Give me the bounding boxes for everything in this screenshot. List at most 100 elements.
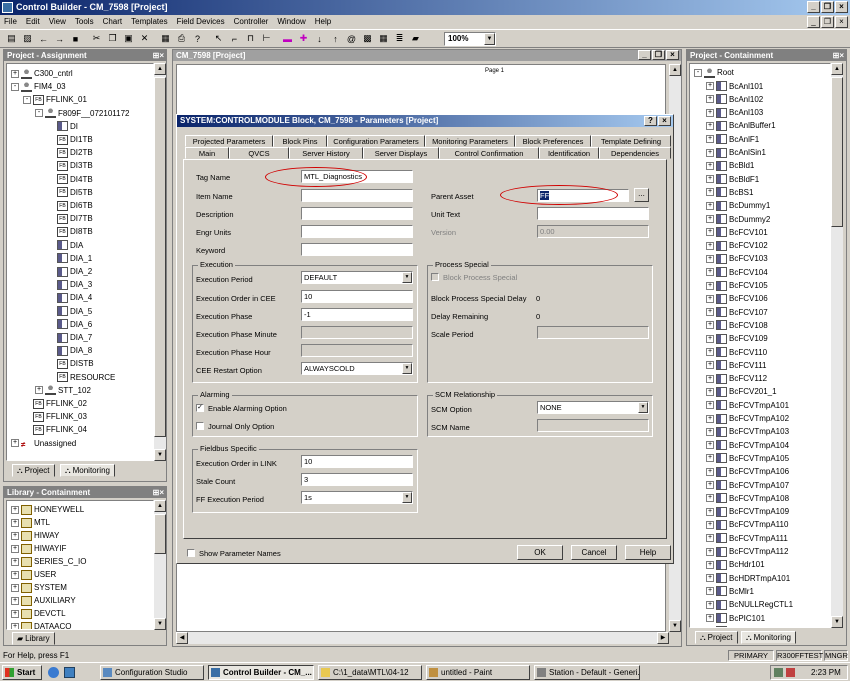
chart-close-button[interactable]: ×: [666, 50, 679, 60]
expand-icon[interactable]: +: [706, 294, 714, 303]
expand-icon[interactable]: +: [706, 308, 714, 317]
cancel-button[interactable]: Cancel: [571, 545, 617, 560]
expand-icon[interactable]: +: [35, 386, 43, 395]
block-icon[interactable]: ▩: [360, 31, 375, 46]
print-icon[interactable]: ⎙: [174, 31, 189, 46]
tree-item[interactable]: + HIWAYIF: [11, 542, 66, 555]
expand-icon[interactable]: +: [706, 95, 714, 104]
restore-button[interactable]: ❐: [821, 1, 834, 13]
expand-icon[interactable]: +: [706, 627, 714, 628]
expand-icon[interactable]: +: [11, 439, 19, 448]
menu-chart[interactable]: Chart: [103, 15, 123, 29]
expand-icon[interactable]: +: [706, 441, 714, 450]
expand-icon[interactable]: +: [706, 560, 714, 569]
tree-item[interactable]: + BcFCVTmpA110: [706, 518, 788, 531]
tree-item[interactable]: FB DI6TB: [47, 199, 93, 212]
tree-item[interactable]: + BcFCV112: [706, 372, 767, 385]
tab-main[interactable]: Main: [185, 147, 229, 159]
expand-icon[interactable]: +: [706, 215, 714, 223]
tree-item[interactable]: - FIM4_03: [11, 80, 66, 93]
tree-item[interactable]: + BcFCV111: [706, 359, 767, 372]
collapse-icon[interactable]: -: [35, 109, 43, 118]
assignment-tree[interactable]: + C300_cntrl - FIM4_03- FB FFLINK_01- F809F__0…: [6, 63, 154, 461]
tree-item[interactable]: + DATAACQ: [11, 620, 71, 629]
tab-monitoring[interactable]: ⛬ Monitoring: [741, 631, 796, 644]
expand-icon[interactable]: +: [706, 534, 714, 543]
scroll-right-icon[interactable]: ▶: [657, 632, 669, 644]
help-button[interactable]: Help: [625, 545, 671, 560]
list-icon[interactable]: ≣: [392, 31, 407, 46]
expand-icon[interactable]: +: [706, 507, 714, 516]
tree-item[interactable]: FB DI1TB: [47, 133, 93, 146]
tree-item[interactable]: FB RESOURCE: [47, 371, 115, 384]
expand-icon[interactable]: +: [706, 108, 714, 117]
tree-item[interactable]: DIA_5: [47, 305, 92, 318]
tree-item[interactable]: + BcPIC101: [706, 612, 765, 625]
execution-phase-input[interactable]: -1: [301, 308, 413, 321]
keyword-input[interactable]: [301, 243, 413, 256]
tree-item[interactable]: + HIWAY: [11, 529, 59, 542]
tree-item[interactable]: + BcFCVTmpA108: [706, 492, 789, 505]
tree-item[interactable]: + BcDummy2: [706, 213, 770, 226]
task-configuration-studio[interactable]: Configuration Studio: [100, 665, 204, 680]
tab-dependencies[interactable]: Dependencies: [599, 147, 671, 159]
library-tree[interactable]: + HONEYWELL + MTL + HIWAY + HIWAYIF + SERIES_C_IO…: [6, 500, 154, 630]
panel-close-icon[interactable]: ⊞×: [833, 50, 844, 61]
dialog-help-button[interactable]: ?: [644, 116, 657, 126]
close-button[interactable]: ×: [835, 1, 848, 13]
pointer-icon[interactable]: ↖: [211, 31, 226, 46]
expand-icon[interactable]: +: [706, 82, 714, 90]
collapse-icon[interactable]: -: [11, 82, 19, 91]
menu-templates[interactable]: Templates: [131, 15, 167, 29]
collapse-icon[interactable]: -: [694, 68, 702, 77]
expand-icon[interactable]: +: [706, 520, 714, 529]
menu-edit[interactable]: Edit: [26, 15, 40, 29]
menu-controller[interactable]: Controller: [234, 15, 269, 29]
tree-item[interactable]: + BcAnl102: [706, 93, 763, 106]
tab-block-preferences[interactable]: Block Preferences: [515, 135, 591, 147]
zoom-select[interactable]: 100% ▼: [444, 31, 496, 46]
tree-item[interactable]: + BcAnlF1: [706, 133, 759, 146]
execution-order-link-input[interactable]: 10: [301, 455, 413, 468]
menu-tools[interactable]: Tools: [75, 15, 94, 29]
tab-block-pins[interactable]: Block Pins: [273, 135, 327, 147]
expand-icon[interactable]: +: [706, 467, 714, 476]
forward-icon[interactable]: →: [52, 31, 67, 46]
scroll-down-icon[interactable]: ▼: [831, 616, 843, 628]
tree-item[interactable]: FB FFLINK_02: [23, 397, 87, 410]
expand-icon[interactable]: +: [706, 481, 714, 489]
tree-item[interactable]: DIA_3: [47, 278, 92, 291]
task-paint[interactable]: untitled - Paint: [426, 665, 530, 680]
expand-icon[interactable]: +: [11, 583, 19, 592]
expand-icon[interactable]: +: [11, 570, 19, 579]
expand-icon[interactable]: +: [11, 622, 19, 629]
menu-field-devices[interactable]: Field Devices: [177, 15, 225, 29]
expand-icon[interactable]: +: [706, 600, 714, 609]
expand-icon[interactable]: +: [706, 188, 714, 197]
tree-item[interactable]: + BcFCVTmpA103: [706, 425, 789, 438]
ff-execution-period-select[interactable]: 1s ▼: [301, 491, 413, 504]
collapse-icon[interactable]: -: [23, 95, 31, 104]
execution-period-select[interactable]: DEFAULT ▼: [301, 271, 413, 284]
tree-item[interactable]: + BcMlr1: [706, 585, 754, 598]
new-icon[interactable]: ▤: [4, 31, 19, 46]
expand-icon[interactable]: +: [706, 494, 714, 503]
scroll-left-icon[interactable]: ◀: [176, 632, 188, 644]
menu-help[interactable]: Help: [315, 15, 331, 29]
minus-icon[interactable]: ▬: [280, 31, 295, 46]
expand-icon[interactable]: +: [11, 609, 19, 618]
library-scrollbar[interactable]: ▲ ▼: [154, 500, 166, 630]
tree-item[interactable]: FB DI8TB: [47, 225, 93, 238]
tree-item[interactable]: DIA_8: [47, 344, 92, 357]
delete-icon[interactable]: ✕: [137, 31, 152, 46]
tree-item[interactable]: DIA_1: [47, 252, 92, 265]
tree-item[interactable]: + BcFCV101: [706, 226, 768, 239]
expand-icon[interactable]: +: [706, 254, 714, 263]
expand-icon[interactable]: +: [11, 531, 19, 540]
tree-item[interactable]: DIA: [47, 239, 83, 252]
expand-icon[interactable]: +: [11, 69, 19, 78]
expand-icon[interactable]: +: [11, 505, 19, 514]
tree-item[interactable]: FB FFLINK_04: [23, 423, 87, 436]
expand-icon[interactable]: +: [706, 121, 714, 130]
wire-icon[interactable]: ⌐: [227, 31, 242, 46]
